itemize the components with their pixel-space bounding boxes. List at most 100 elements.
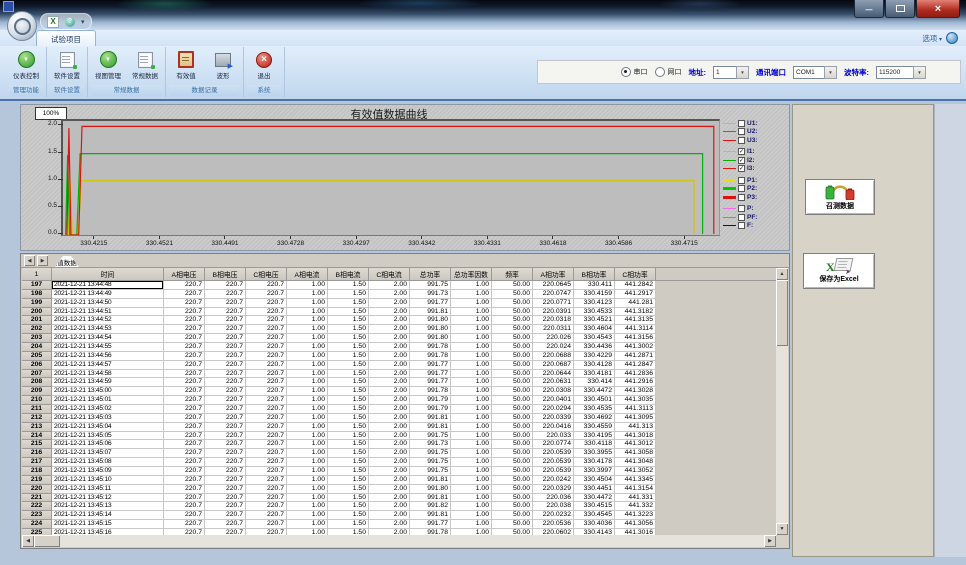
data-cell[interactable]: 1.00 [287,485,328,494]
data-cell[interactable]: 991.75 [410,432,451,441]
data-cell[interactable]: 220.7 [164,308,205,317]
data-cell[interactable]: 1.50 [328,299,369,308]
data-cell[interactable]: 441.2842 [615,281,656,290]
data-cell[interactable]: 220.0391 [533,308,574,317]
data-cell[interactable]: 220.7 [164,414,205,423]
legend-checkbox[interactable]: ✓ [738,165,745,172]
data-cell[interactable]: 991.73 [410,440,451,449]
data-cell[interactable]: 2021-12-21 13:45:09 [52,467,164,476]
data-cell[interactable]: 50.00 [492,511,533,520]
data-cell[interactable]: 1.00 [287,467,328,476]
column-header[interactable]: A相电压 [164,268,205,281]
data-cell[interactable]: 220.7 [246,281,287,290]
data-cell[interactable]: 330.4181 [574,370,615,379]
legend-checkbox[interactable] [738,177,745,184]
legend-item[interactable]: PF: [723,213,787,222]
column-header[interactable]: 总功率 [410,268,451,281]
data-cell[interactable]: 441.313 [615,423,656,432]
data-cell[interactable]: 2021-12-21 13:44:56 [52,352,164,361]
tab-test-project[interactable]: 试验项目 [36,30,96,47]
data-cell[interactable]: 220.7 [164,361,205,370]
save-excel-button[interactable]: X➤ 保存为Excel [803,253,875,289]
data-cell[interactable]: 220.7 [164,520,205,529]
data-cell[interactable]: 2.00 [369,316,410,325]
column-header[interactable]: A相电流 [287,268,328,281]
data-cell[interactable]: 220.0294 [533,405,574,414]
data-cell[interactable]: 220.7 [246,414,287,423]
data-cell[interactable]: 220.7 [164,378,205,387]
data-cell[interactable]: 220.0774 [533,440,574,449]
data-cell[interactable]: 330.4451 [574,485,615,494]
data-cell[interactable]: 1.00 [287,440,328,449]
data-cell[interactable]: 220.7 [205,387,246,396]
row-number-cell[interactable]: 215 [22,440,52,449]
data-cell[interactable]: 991.78 [410,352,451,361]
data-cell[interactable]: 1.00 [287,449,328,458]
data-cell[interactable]: 1.00 [451,414,492,423]
globe-help-icon[interactable] [946,32,958,44]
data-cell[interactable]: 441.3156 [615,334,656,343]
data-cell[interactable]: 1.00 [451,361,492,370]
data-cell[interactable]: 1.00 [451,370,492,379]
data-cell[interactable]: 220.7 [164,511,205,520]
row-number-cell[interactable]: 202 [22,325,52,334]
data-cell[interactable]: 220.7 [164,396,205,405]
data-cell[interactable]: 220.7 [205,343,246,352]
data-cell[interactable]: 1.00 [287,378,328,387]
data-cell[interactable]: 991.79 [410,396,451,405]
column-header[interactable]: 总功率因数 [451,268,492,281]
data-cell[interactable]: 991.80 [410,334,451,343]
data-cell[interactable]: 220.7 [164,423,205,432]
restore-button[interactable] [885,0,915,18]
data-cell[interactable]: 220.7 [246,361,287,370]
data-cell[interactable]: 220.7 [164,458,205,467]
data-cell[interactable]: 330.4692 [574,414,615,423]
data-cell[interactable]: 220.7 [164,476,205,485]
data-cell[interactable]: 2.00 [369,449,410,458]
data-cell[interactable]: 220.7 [164,502,205,511]
address-dropdown[interactable]: 1 [713,66,749,79]
data-cell[interactable]: 1.50 [328,281,369,290]
data-cell[interactable]: 1.00 [287,387,328,396]
data-cell[interactable]: 2021-12-21 13:44:53 [52,325,164,334]
data-cell[interactable]: 2.00 [369,290,410,299]
data-cell[interactable]: 50.00 [492,396,533,405]
data-cell[interactable]: 2021-12-21 13:45:10 [52,476,164,485]
data-cell[interactable]: 1.50 [328,361,369,370]
data-cell[interactable]: 991.73 [410,290,451,299]
data-cell[interactable]: 1.50 [328,343,369,352]
data-cell[interactable]: 50.00 [492,387,533,396]
data-cell[interactable]: 441.3113 [615,405,656,414]
data-cell[interactable]: 1.50 [328,485,369,494]
data-cell[interactable]: 1.50 [328,308,369,317]
data-cell[interactable]: 991.77 [410,370,451,379]
data-cell[interactable]: 2.00 [369,352,410,361]
data-cell[interactable]: 1.00 [451,352,492,361]
data-cell[interactable]: 220.7 [164,325,205,334]
exit-button[interactable]: 退出 [247,52,281,80]
data-cell[interactable]: 441.3095 [615,414,656,423]
data-cell[interactable]: 330.4123 [574,299,615,308]
sheet-nav-right-icon[interactable]: ▶ [37,255,48,266]
legend-checkbox[interactable]: ✓ [738,148,745,155]
data-cell[interactable]: 1.00 [451,467,492,476]
data-cell[interactable]: 330.4472 [574,387,615,396]
data-cell[interactable]: 220.7 [205,476,246,485]
data-cell[interactable]: 220.7 [246,370,287,379]
data-cell[interactable]: 50.00 [492,334,533,343]
data-cell[interactable]: 1.00 [451,396,492,405]
row-number-cell[interactable]: 220 [22,485,52,494]
data-cell[interactable]: 441.3028 [615,387,656,396]
data-cell[interactable]: 2.00 [369,405,410,414]
data-cell[interactable]: 330.4178 [574,458,615,467]
data-cell[interactable]: 2021-12-21 13:45:07 [52,449,164,458]
baud-dropdown[interactable]: 115200 [876,66,926,79]
data-cell[interactable]: 1.00 [451,476,492,485]
data-cell[interactable]: 1.00 [451,387,492,396]
data-cell[interactable]: 441.3002 [615,343,656,352]
data-cell[interactable]: 220.7 [164,343,205,352]
data-cell[interactable]: 220.0232 [533,511,574,520]
data-cell[interactable]: 2021-12-21 13:45:11 [52,485,164,494]
data-cell[interactable]: 1.00 [287,520,328,529]
data-cell[interactable]: 220.7 [164,449,205,458]
